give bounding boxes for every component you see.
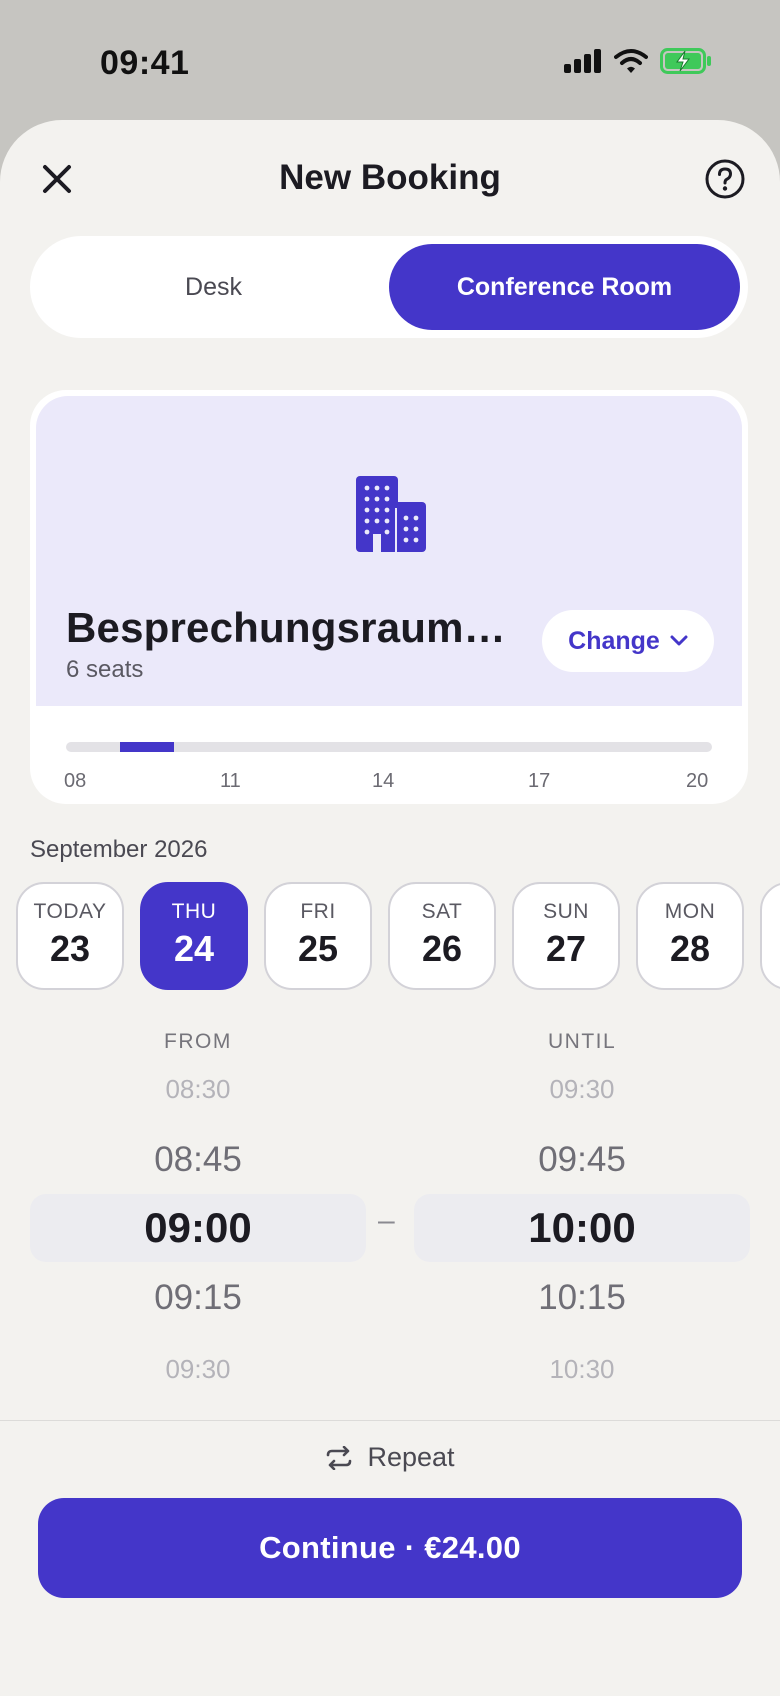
- booking-sheet: New Booking Desk Conference Room Besprec…: [0, 120, 780, 1696]
- wifi-icon: [614, 49, 648, 73]
- repeat-label: Repeat: [367, 1442, 455, 1472]
- from-time-selected[interactable]: 09:00: [78, 1204, 318, 1252]
- until-time-option[interactable]: 10:30: [462, 1354, 702, 1385]
- chip-number: 28: [669, 928, 711, 969]
- question-circle-icon: [705, 159, 745, 199]
- chip-number: 23: [49, 928, 91, 969]
- from-time-option[interactable]: 09:30: [78, 1354, 318, 1385]
- from-time-option[interactable]: 08:45: [78, 1140, 318, 1180]
- date-chip-fri[interactable]: FRI 25: [264, 882, 372, 990]
- chip-day: SUN: [543, 900, 589, 923]
- availability-timeline: [66, 742, 712, 752]
- until-time-option[interactable]: 10:15: [462, 1278, 702, 1318]
- room-name: Besprechungsraum…: [66, 604, 506, 651]
- help-button[interactable]: [704, 158, 746, 200]
- chip-day: TODAY: [33, 900, 107, 923]
- room-seats: 6 seats: [66, 656, 144, 683]
- room-hero: Besprechungsraum… 6 seats Change: [36, 396, 742, 706]
- timeline-tick: 08: [64, 770, 87, 792]
- status-icons: [564, 48, 712, 74]
- booked-slot: [119, 742, 174, 752]
- room-card: Besprechungsraum… 6 seats Change 08 11 1…: [30, 390, 748, 804]
- until-time-selected[interactable]: 10:00: [462, 1204, 702, 1252]
- chevron-down-icon: [670, 635, 688, 646]
- chip-number: 25: [297, 928, 339, 969]
- status-bar: 09:41: [0, 0, 780, 120]
- month-label: September 2026: [30, 836, 208, 863]
- time-separator: –: [378, 1204, 395, 1237]
- chip-number: 24: [173, 928, 215, 969]
- building-icon: [356, 476, 426, 552]
- from-time-option[interactable]: 09:15: [78, 1278, 318, 1318]
- tab-conference-room[interactable]: Conference Room: [389, 244, 740, 330]
- chip-number: 27: [545, 928, 587, 969]
- until-time-option[interactable]: 09:30: [462, 1074, 702, 1105]
- battery-charging-icon: [660, 48, 711, 74]
- date-chip-mon[interactable]: MON 28: [636, 882, 744, 990]
- timeline-tick: 11: [220, 770, 241, 792]
- chip-day: THU: [171, 900, 217, 923]
- timeline-tick: 14: [372, 770, 395, 792]
- from-label: FROM: [164, 1030, 232, 1053]
- repeat-button[interactable]: Repeat: [0, 1442, 780, 1473]
- booking-type-toggle: Desk Conference Room: [30, 236, 748, 338]
- until-label: UNTIL: [548, 1030, 617, 1053]
- chip-number: 26: [421, 928, 463, 969]
- chip-day: SAT: [421, 900, 463, 923]
- from-time-option[interactable]: 08:30: [78, 1074, 318, 1105]
- change-room-label: Change: [568, 626, 660, 655]
- date-chip-thu[interactable]: THU 24: [140, 882, 248, 990]
- continue-button[interactable]: Continue · €24.00: [38, 1498, 742, 1598]
- until-time-option[interactable]: 09:45: [462, 1140, 702, 1180]
- sheet-header: New Booking: [0, 120, 780, 240]
- repeat-icon: [327, 1445, 352, 1470]
- status-time: 09:41: [100, 44, 190, 82]
- change-room-button[interactable]: Change: [542, 610, 714, 672]
- date-chip-sat[interactable]: SAT 26: [388, 882, 496, 990]
- timeline-tick: 20: [686, 770, 709, 792]
- chip-day: FRI: [300, 900, 336, 923]
- chip-day: MON: [664, 900, 716, 923]
- date-chip-today[interactable]: TODAY 23: [16, 882, 124, 990]
- date-chip-next[interactable]: [760, 882, 780, 990]
- date-chip-sun[interactable]: SUN 27: [512, 882, 620, 990]
- page-title: New Booking: [279, 158, 501, 197]
- timeline-tick: 17: [528, 770, 551, 792]
- signal-icon: [564, 49, 601, 73]
- date-strip: TODAY 23 THU 24 FRI 25 SAT 26 SUN 27 MON…: [16, 882, 780, 990]
- tab-desk[interactable]: Desk: [38, 244, 389, 330]
